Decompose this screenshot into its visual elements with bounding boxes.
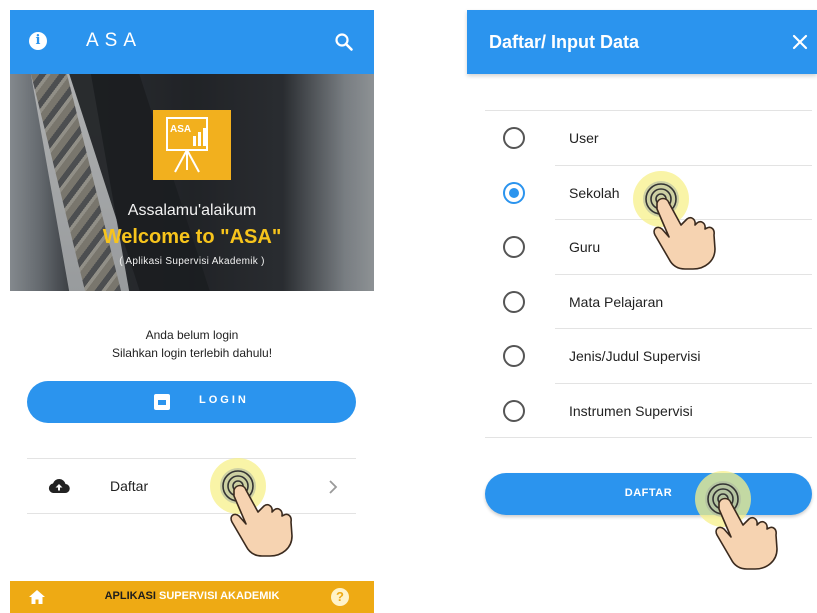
bottom-bar: APLIKASI SUPERVISI AKADEMIK ? xyxy=(10,581,374,613)
radio-button[interactable] xyxy=(503,399,525,422)
app-subtitle: ( Aplikasi Supervisi Akademik ) xyxy=(119,256,265,267)
option-jenis-judul-supervisi[interactable]: Jenis/Judul Supervisi xyxy=(485,329,812,384)
login-button-label: LOGIN xyxy=(199,394,249,406)
asa-logo: ASA xyxy=(153,110,231,180)
radio-button[interactable] xyxy=(503,345,525,367)
radio-button[interactable] xyxy=(503,290,525,313)
close-icon[interactable] xyxy=(792,34,808,50)
help-icon[interactable]: ? xyxy=(331,588,349,606)
tap-hand-icon xyxy=(695,471,778,570)
search-icon[interactable] xyxy=(334,32,354,52)
option-label: Jenis/Judul Supervisi xyxy=(569,348,701,364)
option-instrumen-supervisi[interactable]: Instrumen Supervisi xyxy=(485,384,812,438)
dialog-title: Daftar/ Input Data xyxy=(489,32,640,52)
info-icon[interactable] xyxy=(29,32,47,50)
right-screen: Daftar/ Input Data User Sekolah Guru Mat… xyxy=(467,10,817,613)
radio-button-selected[interactable] xyxy=(503,181,525,204)
login-button[interactable]: LOGIN xyxy=(27,381,356,423)
left-screen: ASA ASA Assalamu'alaikum Welcome to "ASA… xyxy=(10,10,374,613)
app-title: ASA xyxy=(86,30,143,51)
radio-button[interactable] xyxy=(503,127,525,149)
svg-text:ASA: ASA xyxy=(170,124,191,135)
option-label: Sekolah xyxy=(569,184,620,201)
tap-hand-icon xyxy=(210,458,293,557)
daftar-label: Daftar xyxy=(110,478,149,494)
cloud-upload-icon xyxy=(48,479,70,494)
option-label: User xyxy=(569,130,599,146)
option-mata-pelajaran[interactable]: Mata Pelajaran xyxy=(485,275,812,329)
option-label: Mata Pelajaran xyxy=(569,293,664,310)
welcome-text: Welcome to "ASA" xyxy=(102,226,282,248)
app-bar: ASA xyxy=(10,10,374,74)
option-label: Guru xyxy=(569,239,601,255)
not-logged-in-text: Anda belum login xyxy=(145,328,239,342)
login-icon xyxy=(154,394,170,410)
dialog-header: Daftar/ Input Data xyxy=(467,10,817,74)
login-prompt-text: Silahkan login terlebih dahulu! xyxy=(111,346,273,360)
greeting-text: Assalamu'alaikum xyxy=(127,202,257,219)
tap-hand-icon xyxy=(633,171,716,270)
radio-button[interactable] xyxy=(503,236,525,258)
footer-title: APLIKASI SUPERVISI AKADEMIK xyxy=(104,590,280,602)
hero-banner: ASA Assalamu'alaikum Welcome to "ASA" ( … xyxy=(10,74,374,291)
chevron-right-icon xyxy=(329,480,338,494)
option-label: Instrumen Supervisi xyxy=(569,402,693,419)
option-user[interactable]: User xyxy=(485,111,812,166)
